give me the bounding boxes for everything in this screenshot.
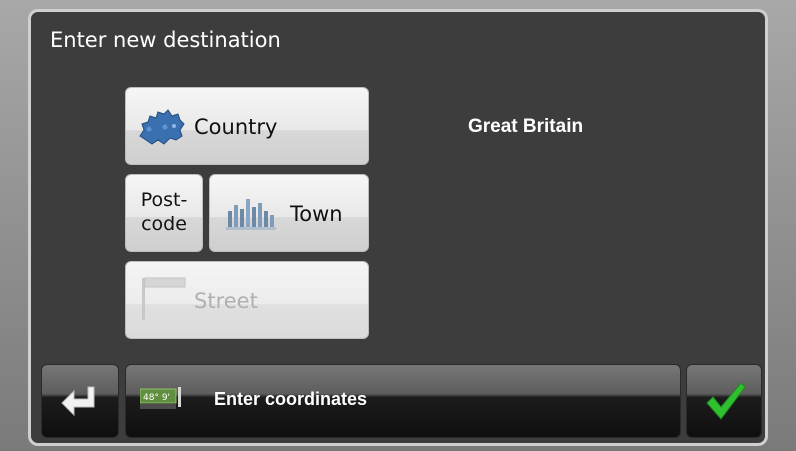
europe-map-icon	[134, 106, 188, 152]
checkmark-icon	[703, 379, 747, 427]
postcode-button-label: Post- code	[140, 189, 188, 235]
town-button[interactable]: Town	[209, 174, 369, 252]
enter-coordinates-label: Enter coordinates	[214, 389, 368, 409]
back-arrow-icon	[58, 383, 102, 427]
street-sign-icon	[140, 276, 190, 326]
navigation-screen: Enter new destination Country Great Brit…	[28, 9, 768, 446]
back-button[interactable]	[41, 364, 119, 438]
coordinates-icon-text: 48° 9'	[143, 393, 170, 403]
enter-coordinates-button[interactable]: 48° 9' Enter coordinates	[125, 364, 681, 438]
street-button-label: Street	[194, 289, 258, 313]
country-button-label: Country	[194, 115, 278, 139]
selected-country-value: Great Britain	[468, 116, 584, 137]
street-button[interactable]: Street	[125, 261, 369, 339]
town-skyline-icon	[224, 197, 280, 235]
postcode-button[interactable]: Post- code	[125, 174, 203, 252]
country-button[interactable]: Country	[125, 87, 369, 165]
page-title: Enter new destination	[50, 28, 281, 52]
town-button-label: Town	[290, 202, 343, 226]
coordinates-icon: 48° 9'	[139, 387, 196, 415]
confirm-button[interactable]	[686, 364, 762, 438]
device-frame: Enter new destination Country Great Brit…	[0, 0, 796, 451]
